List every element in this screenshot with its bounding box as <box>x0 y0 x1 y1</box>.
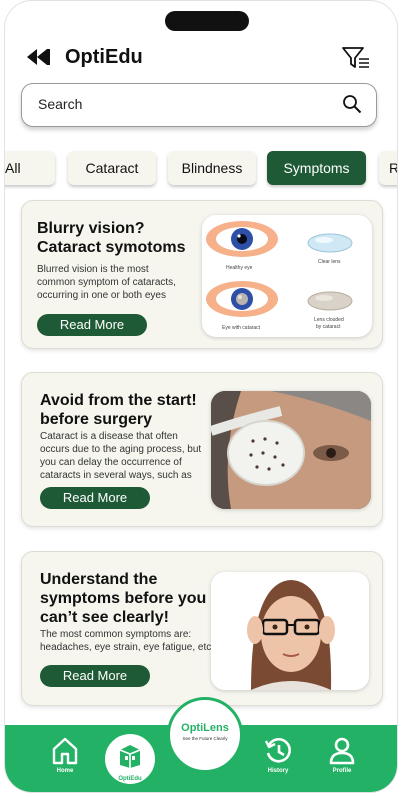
article-card-understand-symptoms[interactable]: Understand the symptoms before you can’t… <box>21 551 383 706</box>
phone-frame: OptiEdu All Cataract Blindness Symptoms … <box>4 0 398 793</box>
label-clear-lens: Clear lens <box>318 259 341 265</box>
woman-glasses-photo <box>211 572 369 690</box>
optilens-tagline: See the Future Clearly <box>182 736 228 741</box>
back-arrow-icon[interactable] <box>25 46 51 68</box>
nav-label-history: History <box>267 768 289 774</box>
label-eye-with-cataract: Eye with cataract <box>222 325 261 331</box>
nav-history[interactable]: History <box>250 737 306 787</box>
optilens-title: OptiLens <box>181 722 229 734</box>
card-title: Understand the symptoms before you can’t… <box>40 571 207 626</box>
nav-label-home: Home <box>56 768 74 774</box>
label-healthy-eye: Healthy eye <box>226 265 253 271</box>
cataract-diagram-image: Healthy eye Clear lens Eye with cataract… <box>202 215 372 337</box>
tab-blindness[interactable]: Blindness <box>168 151 256 185</box>
home-icon <box>52 737 78 765</box>
filter-icon[interactable] <box>341 45 371 71</box>
search-bar <box>21 83 377 127</box>
card-description: The most common symptoms are: headaches,… <box>40 629 212 653</box>
read-more-button[interactable]: Read More <box>40 665 150 687</box>
read-more-button[interactable]: Read More <box>37 314 147 336</box>
woman-glasses-illustration <box>211 572 369 690</box>
nav-optiedu[interactable]: OptiEdu <box>103 732 157 786</box>
app-title: OptiEdu <box>65 46 143 68</box>
tab-all[interactable]: All <box>5 151 55 185</box>
notch <box>165 11 249 31</box>
nav-profile[interactable]: Profile <box>314 737 370 787</box>
article-card-blurry-vision[interactable]: Blurry vision? Cataract symotoms Blurred… <box>21 200 383 349</box>
tab-cataract[interactable]: Cataract <box>68 151 156 185</box>
eye-diagram: Healthy eye Clear lens Eye with cataract… <box>206 221 353 331</box>
read-more-button[interactable]: Read More <box>40 487 150 509</box>
search-icon[interactable] <box>342 94 362 114</box>
tab-r[interactable]: R <box>379 151 397 185</box>
nav-home[interactable]: Home <box>37 737 93 787</box>
card-title: Avoid from the start! before surgery <box>40 392 197 428</box>
article-card-avoid-surgery[interactable]: Avoid from the start! before surgery Cat… <box>21 372 383 527</box>
optilens-button[interactable]: OptiLens See the Future Clearly <box>167 697 243 773</box>
book-box-icon <box>119 745 141 768</box>
nav-label-optiedu: OptiEdu <box>118 776 142 782</box>
label-lens-clouded-1: Lens clouded <box>314 317 344 323</box>
app-header: OptiEdu <box>5 37 397 81</box>
category-tabs: All Cataract Blindness Symptoms R <box>5 151 397 187</box>
tab-symptoms[interactable]: Symptoms <box>267 151 366 185</box>
eye-patch-illustration <box>211 391 371 509</box>
nav-label-profile: Profile <box>332 768 352 774</box>
card-title: Blurry vision? Cataract symotoms <box>37 220 186 256</box>
profile-icon <box>329 737 355 765</box>
history-icon <box>264 738 291 763</box>
card-description: Cataract is a disease that often occurs … <box>40 431 202 481</box>
search-input[interactable] <box>38 84 328 124</box>
eye-patch-photo <box>211 391 371 509</box>
label-lens-clouded-2: by cataract <box>316 324 341 330</box>
card-description: Blurred vision is the most common sympto… <box>37 264 176 301</box>
